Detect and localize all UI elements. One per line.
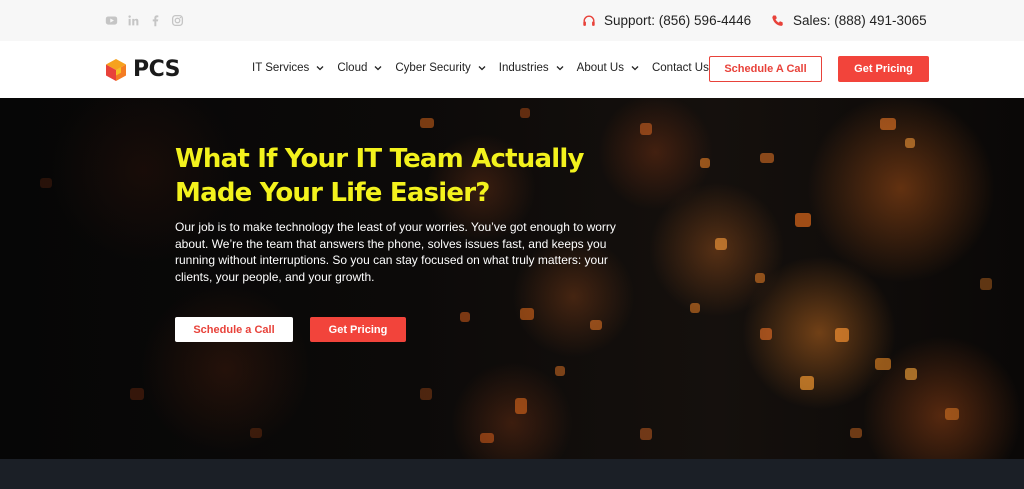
facebook-icon[interactable] (149, 14, 162, 27)
hero-title-line1: What If Your IT Team Actually (175, 144, 584, 174)
hero-title-line2: Made Your Life Easier? (175, 178, 490, 208)
nav-item-industries[interactable]: Industries (499, 62, 564, 74)
main-header: PCS IT Services Cloud Cyber Security Ind… (0, 41, 1024, 98)
hero-description: Our job is to make technology the least … (175, 220, 616, 284)
chevron-down-icon (631, 64, 639, 72)
headset-icon (582, 14, 596, 28)
chevron-down-icon (316, 64, 324, 72)
instagram-icon[interactable] (171, 14, 184, 27)
hero-section: What If Your IT Team Actually Made Your … (0, 98, 1024, 459)
hero-schedule-call-button[interactable]: Schedule a Call (175, 317, 293, 342)
nav-item-cloud[interactable]: Cloud (337, 62, 382, 74)
nav-item-it-services[interactable]: IT Services (252, 62, 324, 74)
top-bar: Support: (856) 596-4446 Sales: (888) 491… (0, 0, 1024, 41)
nav-label: Contact Us (651, 62, 709, 74)
nav-label: About Us (576, 62, 624, 74)
logo-text: PCS (133, 57, 181, 82)
nav-label: IT Services (252, 62, 310, 74)
main-nav: IT Services Cloud Cyber Security Industr… (252, 62, 737, 74)
linkedin-icon[interactable] (127, 14, 140, 27)
nav-item-cyber-security[interactable]: Cyber Security (395, 62, 486, 74)
pcs-logo-icon (106, 58, 126, 81)
logo[interactable]: PCS (104, 57, 181, 82)
nav-label: Cloud (337, 62, 368, 74)
chevron-down-icon (556, 64, 564, 72)
get-pricing-button[interactable]: Get Pricing (838, 56, 929, 82)
support-phone-text: Support: (856) 596-4446 (604, 13, 752, 28)
youtube-icon[interactable] (105, 14, 118, 27)
chevron-down-icon (478, 64, 486, 72)
sales-phone-text: Sales: (888) 491-3065 (793, 13, 927, 28)
next-section-band (0, 459, 1024, 489)
nav-label: Cyber Security (395, 62, 471, 74)
hero-title: What If Your IT Team Actually Made Your … (175, 142, 635, 210)
social-links (105, 14, 184, 27)
nav-item-about-us[interactable]: About Us (577, 62, 639, 74)
chevron-down-icon (374, 64, 382, 72)
hero-get-pricing-button[interactable]: Get Pricing (310, 317, 406, 342)
sales-phone[interactable]: Sales: (888) 491-3065 (771, 13, 927, 28)
phone-icon (771, 14, 785, 28)
support-phone[interactable]: Support: (856) 596-4446 (582, 13, 751, 28)
schedule-call-button[interactable]: Schedule A Call (709, 56, 822, 82)
nav-label: Industries (498, 62, 549, 74)
